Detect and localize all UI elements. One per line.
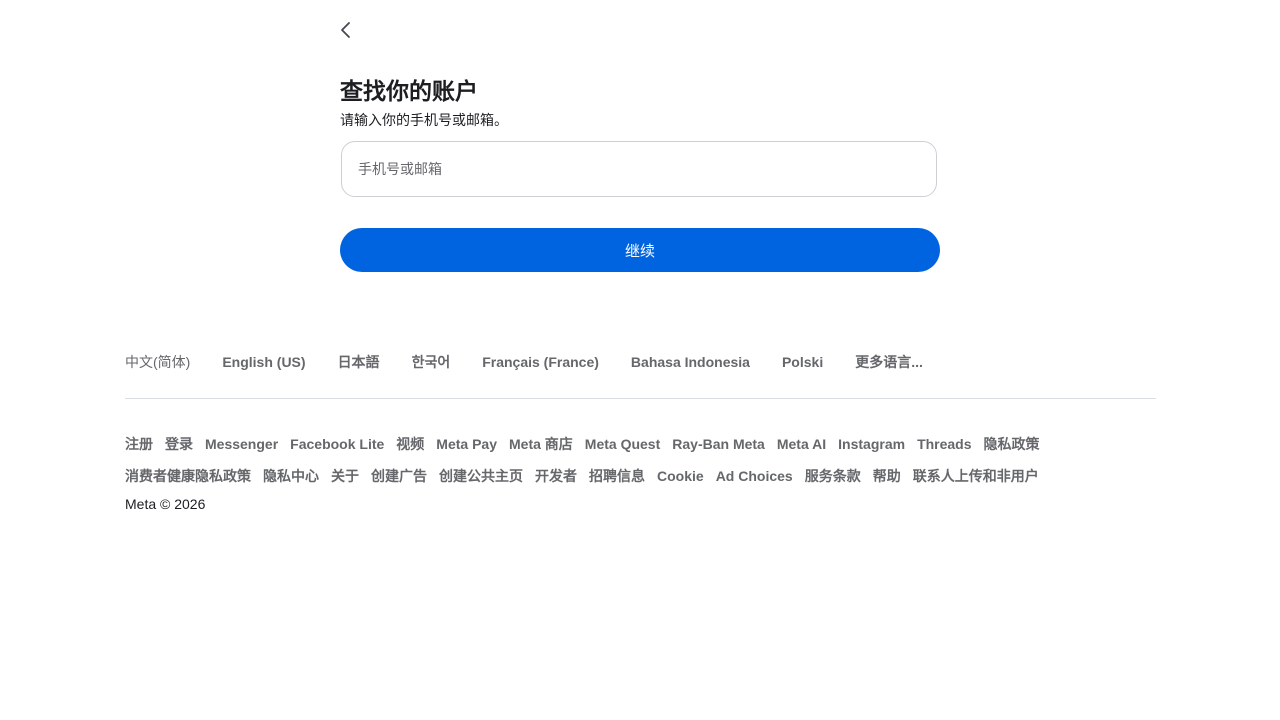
footer-divider bbox=[125, 398, 1156, 399]
contact-field-container bbox=[341, 141, 937, 197]
language-en-us[interactable]: English (US) bbox=[222, 352, 305, 372]
footer-link-ad-choices[interactable]: Ad Choices bbox=[716, 460, 793, 492]
footer-link-terms[interactable]: 服务条款 bbox=[805, 460, 861, 492]
footer-links: 注册 登录 Messenger Facebook Lite 视频 Meta Pa… bbox=[125, 428, 1165, 492]
footer-link-help[interactable]: 帮助 bbox=[873, 460, 901, 492]
footer-link-ray-ban-meta[interactable]: Ray-Ban Meta bbox=[672, 428, 765, 460]
footer-link-privacy-policy[interactable]: 隐私政策 bbox=[984, 428, 1040, 460]
language-ja[interactable]: 日本語 bbox=[338, 352, 380, 372]
language-ko[interactable]: 한국어 bbox=[412, 352, 451, 372]
footer-link-login[interactable]: 登录 bbox=[165, 428, 193, 460]
footer-link-cookie[interactable]: Cookie bbox=[657, 460, 704, 492]
footer-link-instagram[interactable]: Instagram bbox=[838, 428, 905, 460]
more-languages-link[interactable]: 更多语言... bbox=[855, 352, 923, 372]
footer-link-messenger[interactable]: Messenger bbox=[205, 428, 278, 460]
phone-or-email-input[interactable] bbox=[342, 142, 936, 196]
footer-link-meta-store[interactable]: Meta 商店 bbox=[509, 428, 573, 460]
copyright: Meta © 2026 bbox=[125, 496, 206, 512]
language-zh-cn: 中文(简体) bbox=[125, 354, 191, 370]
footer-link-threads[interactable]: Threads bbox=[917, 428, 971, 460]
footer-link-contact-upload[interactable]: 联系人上传和非用户 bbox=[913, 460, 1039, 492]
continue-button[interactable]: 继续 bbox=[340, 228, 940, 272]
page-title: 查找你的账户 bbox=[340, 78, 478, 104]
footer-link-video[interactable]: 视频 bbox=[396, 428, 424, 460]
footer-link-signup[interactable]: 注册 bbox=[125, 428, 153, 460]
footer-link-facebook-lite[interactable]: Facebook Lite bbox=[290, 428, 384, 460]
footer-link-developers[interactable]: 开发者 bbox=[535, 460, 577, 492]
footer-link-meta-pay[interactable]: Meta Pay bbox=[436, 428, 497, 460]
footer-link-create-ad[interactable]: 创建广告 bbox=[371, 460, 427, 492]
footer-link-create-page[interactable]: 创建公共主页 bbox=[439, 460, 523, 492]
footer-link-about[interactable]: 关于 bbox=[331, 460, 359, 492]
footer-link-meta-quest[interactable]: Meta Quest bbox=[585, 428, 660, 460]
footer-link-meta-ai[interactable]: Meta AI bbox=[777, 428, 826, 460]
footer-link-privacy-center[interactable]: 隐私中心 bbox=[263, 460, 319, 492]
footer-link-careers[interactable]: 招聘信息 bbox=[589, 460, 645, 492]
language-fr[interactable]: Français (France) bbox=[482, 352, 599, 372]
back-button[interactable] bbox=[332, 18, 360, 46]
language-id[interactable]: Bahasa Indonesia bbox=[631, 352, 750, 372]
chevron-left-icon bbox=[338, 20, 354, 45]
footer-link-consumer-health-privacy[interactable]: 消费者健康隐私政策 bbox=[125, 460, 251, 492]
language-pl[interactable]: Polski bbox=[782, 352, 823, 372]
language-selector: 中文(简体) English (US) 日本語 한국어 Français (Fr… bbox=[125, 352, 923, 372]
page-subtitle: 请输入你的手机号或邮箱。 bbox=[340, 112, 508, 128]
